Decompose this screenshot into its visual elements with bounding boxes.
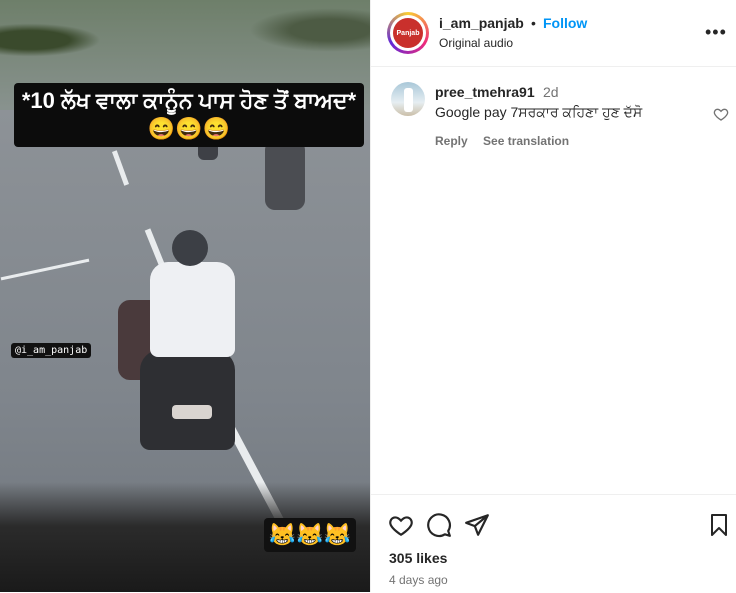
- audio-label[interactable]: Original audio: [439, 36, 513, 50]
- comment-like-icon[interactable]: [713, 106, 729, 122]
- follow-button[interactable]: Follow: [543, 15, 587, 31]
- like-count[interactable]: 305 likes: [389, 550, 447, 566]
- scooter-taillight: [172, 405, 212, 419]
- comment-icon[interactable]: [425, 511, 453, 539]
- commenter-avatar[interactable]: [391, 82, 425, 116]
- reply-button[interactable]: Reply: [435, 134, 468, 148]
- video-caption-overlay: *10 ਲੱਖ ਵਾਲਾ ਕਾਨੂੰਨ ਪਾਸ ਹੋਣ ਤੋਂ ਬਾਅਦ* 😄😄…: [14, 83, 364, 147]
- reel-video[interactable]: *10 ਲੱਖ ਵਾਲਾ ਕਾਨੂੰਨ ਪਾਸ ਹੋਣ ਤੋਂ ਬਾਅਦ* 😄😄…: [0, 0, 370, 592]
- scooter: [140, 350, 235, 450]
- author-username[interactable]: i_am_panjab: [439, 15, 524, 31]
- bookmark-icon[interactable]: [705, 511, 733, 539]
- commenter-username[interactable]: pree_tmehra91: [435, 84, 535, 100]
- share-icon[interactable]: [463, 511, 491, 539]
- emoji-sticker: 😹😹😹: [264, 518, 356, 552]
- post-actions-bar: 305 likes 4 days ago: [371, 494, 736, 593]
- post-header: Panjab i_am_panjab • Follow Original aud…: [371, 0, 736, 67]
- post-panel: Panjab i_am_panjab • Follow Original aud…: [370, 0, 736, 592]
- author-logo: Panjab: [393, 18, 423, 48]
- scooter-rider: [118, 230, 240, 450]
- heart-icon[interactable]: [387, 511, 415, 539]
- video-watermark: @i_am_panjab: [11, 343, 92, 358]
- comment-actions: Reply See translation: [435, 134, 581, 148]
- distant-rider: [265, 140, 305, 210]
- comment-text: Google pay 7ਸਰਕਾਰ ਕਹਿਣਾ ਹੁਣ ਦੱਸੋ: [435, 104, 643, 120]
- author-avatar[interactable]: Panjab: [387, 12, 429, 54]
- rider-helmet: [172, 230, 208, 266]
- action-icons: [387, 511, 491, 539]
- see-translation-button[interactable]: See translation: [483, 134, 569, 148]
- comment-time: 2d: [543, 84, 559, 100]
- post-timestamp: 4 days ago: [389, 573, 448, 587]
- more-options-button[interactable]: •••: [705, 22, 727, 43]
- separator-dot: •: [531, 15, 536, 31]
- rider-shirt: [150, 262, 235, 357]
